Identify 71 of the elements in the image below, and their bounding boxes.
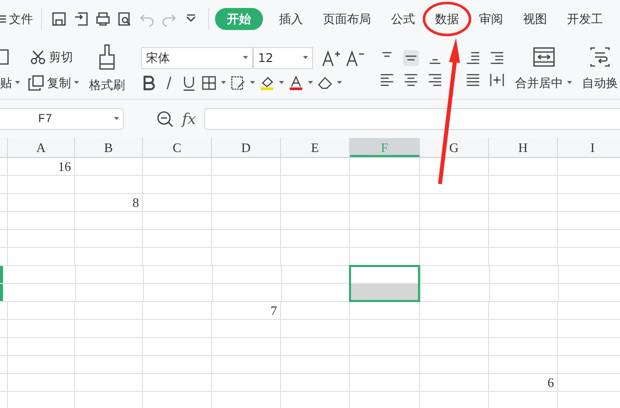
zoom-icon[interactable] — [156, 110, 174, 128]
font-name-field[interactable]: 宋体 — [141, 46, 253, 68]
caret-icon — [308, 80, 313, 84]
table-cell[interactable]: 16 — [8, 158, 75, 175]
align-center-icon[interactable] — [403, 72, 419, 88]
caret-icon — [114, 117, 119, 121]
caret-icon — [279, 80, 284, 84]
column-header[interactable]: I — [558, 138, 620, 157]
align-left-icon[interactable] — [379, 72, 395, 88]
align-right-icon[interactable] — [427, 72, 443, 88]
caret-icon — [303, 56, 308, 60]
caret-icon — [74, 80, 79, 84]
save-icon[interactable] — [51, 11, 67, 27]
caret-icon — [567, 81, 572, 86]
ribbon-tab[interactable]: 插入 — [269, 8, 313, 30]
table-cell[interactable]: 8 — [75, 194, 143, 211]
annotation-circle — [422, 1, 472, 37]
column-header[interactable]: H — [489, 138, 558, 157]
column-header[interactable]: C — [143, 138, 212, 157]
font-size-field[interactable]: 12 — [253, 46, 313, 68]
table-cell[interactable] — [351, 284, 421, 301]
caret-icon — [337, 80, 342, 84]
column-header[interactable]: B — [75, 138, 143, 157]
column-header[interactable]: G — [420, 138, 489, 157]
copy-icon — [28, 74, 44, 90]
bold-icon[interactable] — [141, 74, 157, 90]
ribbon-tab[interactable]: 页面布局 — [313, 8, 381, 30]
fill-color-icon[interactable] — [259, 74, 275, 90]
caret-icon — [243, 56, 248, 60]
increase-indent-icon[interactable] — [489, 50, 505, 66]
menu-button[interactable]: 文件 — [0, 10, 35, 28]
scissors-icon — [30, 48, 46, 64]
menu-icon — [0, 14, 6, 24]
distribute-icon[interactable] — [489, 72, 505, 88]
paste-button[interactable]: 贴 — [0, 74, 22, 92]
formula-label: fx — [182, 108, 196, 130]
column-header[interactable]: A — [8, 138, 75, 157]
align-middle-icon[interactable] — [403, 50, 419, 66]
table-cell[interactable]: 7 — [212, 302, 281, 319]
merge-cells-icon — [532, 46, 556, 68]
ribbon-tab[interactable]: 公式 — [381, 8, 425, 30]
column-header[interactable]: D — [212, 138, 281, 157]
cell-style-icon[interactable] — [230, 74, 246, 90]
font-color-icon[interactable] — [288, 74, 304, 90]
print-preview-icon[interactable] — [117, 11, 133, 27]
caret-icon — [15, 80, 20, 84]
copy-button[interactable]: 复制 — [26, 74, 81, 92]
eraser-icon[interactable] — [317, 74, 333, 90]
ribbon-tab[interactable]: 视图 — [513, 8, 557, 30]
formula-input[interactable] — [204, 108, 620, 130]
caret-icon — [221, 80, 226, 84]
wrap-text-icon — [589, 46, 611, 68]
underline-icon[interactable] — [181, 74, 197, 90]
name-box[interactable]: F7 — [0, 108, 124, 130]
cut-button[interactable]: 剪切 — [28, 48, 75, 66]
increase-font-icon[interactable] — [321, 48, 341, 66]
format-painter-button[interactable]: 格式刷 — [87, 44, 127, 94]
export-icon[interactable] — [73, 11, 89, 27]
decrease-indent-icon[interactable] — [465, 50, 481, 66]
decrease-font-icon[interactable] — [345, 48, 365, 66]
paintbrush-icon — [97, 44, 117, 72]
ribbon-tab[interactable]: 开发工 — [557, 8, 613, 30]
border-icon[interactable] — [201, 74, 217, 90]
justify-icon[interactable] — [465, 72, 481, 88]
print-icon[interactable] — [95, 11, 111, 27]
merge-center-button[interactable]: 合并居中 — [513, 46, 574, 92]
caret-icon — [250, 80, 255, 84]
wrap-text-button[interactable]: 自动换 — [580, 46, 620, 92]
selection-border — [349, 265, 420, 302]
ribbon-tab[interactable]: 审阅 — [469, 8, 513, 30]
table-cell[interactable]: 6 — [489, 374, 558, 391]
